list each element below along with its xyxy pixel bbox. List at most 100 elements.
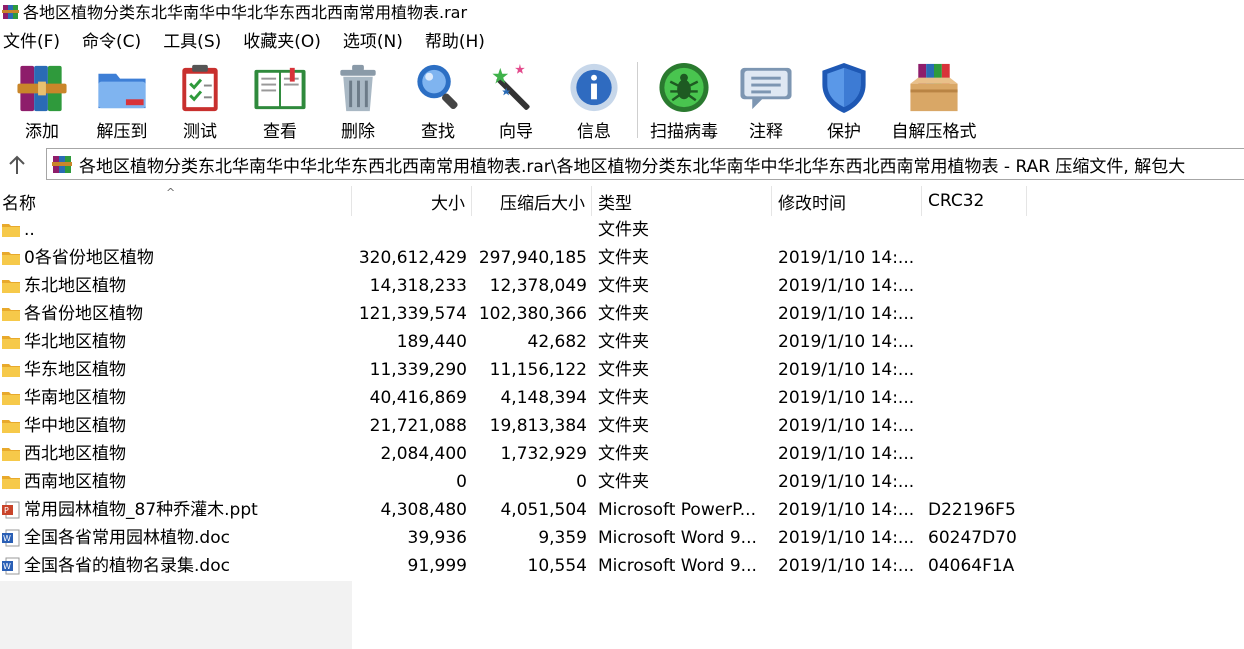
file-name: ..	[24, 220, 35, 240]
shield-icon	[822, 62, 866, 114]
scan-virus-button[interactable]: 扫描病毒	[648, 60, 720, 142]
file-name: 华北地区植物	[24, 332, 126, 352]
file-row[interactable]: 西北地区植物 2,084,400 1,732,929 文件夹 2019/1/10 14:…	[0, 440, 1244, 468]
file-row[interactable]: 华北地区植物 189,440 42,682 文件夹 2019/1/10 14:...	[0, 328, 1244, 356]
comment-button[interactable]: 注释	[738, 60, 794, 142]
rar-archive-icon	[52, 156, 72, 173]
add-button[interactable]: 添加	[14, 60, 70, 142]
sfx-label: 自解压格式	[891, 122, 977, 142]
delete-button[interactable]: 删除	[330, 60, 386, 142]
test-clipboard-icon	[182, 64, 218, 112]
file-size: 91,999	[407, 556, 467, 576]
file-name-cell: ..	[0, 216, 352, 244]
file-row[interactable]: W 全国各省常用园林植物.doc 39,936 9,359 Microsoft Word…	[0, 524, 1244, 552]
file-row[interactable]: .. 文件夹	[0, 216, 1244, 244]
file-crc	[928, 440, 1028, 468]
file-packed-size: 10,554	[527, 556, 587, 576]
column-header-crc[interactable]: CRC32	[922, 186, 1027, 216]
file-packed-size: 4,148,394	[500, 388, 587, 408]
file-size: 189,440	[396, 332, 467, 352]
ppt-file-icon: P	[1, 500, 21, 520]
column-crc-label: CRC32	[928, 191, 985, 211]
comment-label: 注释	[749, 122, 783, 142]
sfx-box-icon	[910, 63, 958, 112]
view-button[interactable]: 查看	[250, 60, 310, 142]
file-type: 文件夹	[598, 304, 649, 324]
column-header-name[interactable]: 名称 ^	[0, 186, 352, 216]
file-size: 39,936	[407, 528, 467, 548]
find-label: 查找	[421, 122, 455, 142]
file-name-cell: 华南地区植物	[0, 384, 352, 412]
file-name-cell: 西南地区植物	[0, 468, 352, 496]
file-name: 西北地区植物	[24, 444, 126, 464]
column-header-packed[interactable]: 压缩后大小	[472, 186, 592, 216]
sort-ascending-icon: ^	[166, 186, 176, 199]
file-row[interactable]: 0各省份地区植物 320,612,429 297,940,185 文件夹 2019/1/…	[0, 244, 1244, 272]
file-name-cell: 华北地区植物	[0, 328, 352, 356]
file-modified: 2019/1/10 14:...	[778, 248, 915, 268]
menu-file[interactable]: 文件(F)	[0, 27, 64, 52]
file-crc	[928, 468, 1028, 496]
view-label: 查看	[263, 122, 297, 142]
menu-commands[interactable]: 命令(C)	[78, 27, 145, 52]
file-row[interactable]: W 全国各省的植物名录集.doc 91,999 10,554 Microsoft Wor…	[0, 552, 1244, 580]
menu-favorites[interactable]: 收藏夹(O)	[239, 27, 325, 52]
wizard-label: 向导	[499, 122, 533, 142]
file-row[interactable]: 华东地区植物 11,339,290 11,156,122 文件夹 2019/1/10 1…	[0, 356, 1244, 384]
column-header-modified[interactable]: 修改时间	[772, 186, 922, 216]
file-crc	[928, 272, 1028, 300]
file-packed-size: 11,156,122	[489, 360, 587, 380]
file-row[interactable]: 西南地区植物 0 0 文件夹 2019/1/10 14:...	[0, 468, 1244, 496]
virus-bug-icon	[659, 62, 709, 113]
file-row[interactable]: 各省份地区植物 121,339,574 102,380,366 文件夹 2019/1/1…	[0, 300, 1244, 328]
info-label: 信息	[577, 122, 611, 142]
file-row[interactable]: P 常用园林植物_87种乔灌木.ppt 4,308,480 4,051,504 Micr…	[0, 496, 1244, 524]
file-crc	[928, 216, 1028, 244]
file-size	[352, 216, 467, 244]
view-book-icon	[254, 67, 306, 110]
protect-button[interactable]: 保护	[816, 60, 872, 142]
menu-help[interactable]: 帮助(H)	[421, 27, 489, 52]
file-size: 320,612,429	[358, 248, 467, 268]
file-name-cell: 华东地区植物	[0, 356, 352, 384]
file-row[interactable]: 东北地区植物 14,318,233 12,378,049 文件夹 2019/1/10 1…	[0, 272, 1244, 300]
comment-bubble-icon	[740, 67, 792, 110]
file-type: 文件夹	[598, 472, 649, 492]
file-modified: 2019/1/10 14:...	[778, 472, 915, 492]
up-arrow-icon[interactable]	[6, 154, 28, 176]
file-name: 0各省份地区植物	[24, 248, 154, 268]
folder-icon	[1, 360, 21, 380]
path-text: 各地区植物分类东北华南华中华北华东西北西南常用植物表.rar\各地区植物分类东北…	[79, 156, 1186, 177]
test-button[interactable]: 测试	[172, 60, 228, 142]
file-name-cell: 东北地区植物	[0, 272, 352, 300]
file-size: 14,318,233	[369, 276, 467, 296]
info-button[interactable]: 信息	[566, 60, 622, 142]
file-crc	[928, 328, 1028, 356]
file-row[interactable]: 华中地区植物 21,721,088 19,813,384 文件夹 2019/1/10 1…	[0, 412, 1244, 440]
folder-icon	[1, 276, 21, 296]
path-field[interactable]: 各地区植物分类东北华南华中华北华东西北西南常用植物表.rar\各地区植物分类东北…	[46, 148, 1244, 180]
folder-icon	[1, 304, 21, 324]
file-type: 文件夹	[598, 360, 649, 380]
file-row[interactable]: 华南地区植物 40,416,869 4,148,394 文件夹 2019/1/10 14…	[0, 384, 1244, 412]
extract-folder-icon	[98, 73, 146, 109]
menu-tools[interactable]: 工具(S)	[159, 27, 225, 52]
file-name: 常用园林植物_87种乔灌木.ppt	[24, 500, 258, 520]
trash-icon	[340, 64, 376, 112]
column-modified-label: 修改时间	[778, 193, 846, 214]
winrar-app-icon	[2, 4, 19, 19]
folder-icon	[1, 332, 21, 352]
file-type: 文件夹	[598, 444, 649, 464]
menu-options[interactable]: 选项(N)	[339, 27, 407, 52]
file-type: 文件夹	[598, 416, 649, 436]
menu-bar: 文件(F) 命令(C) 工具(S) 收藏夹(O) 选项(N) 帮助(H)	[0, 24, 1244, 54]
column-header-size[interactable]: 大小	[352, 186, 472, 216]
find-button[interactable]: 查找	[408, 60, 468, 142]
extract-to-button[interactable]: 解压到	[90, 60, 154, 142]
file-crc: 04064F1A	[928, 556, 1015, 576]
sfx-button[interactable]: 自解压格式	[888, 60, 980, 142]
column-header-type[interactable]: 类型	[592, 186, 772, 216]
file-packed-size	[472, 216, 587, 244]
file-type: Microsoft Word 9...	[598, 528, 757, 548]
wizard-button[interactable]: 向导	[488, 60, 544, 142]
